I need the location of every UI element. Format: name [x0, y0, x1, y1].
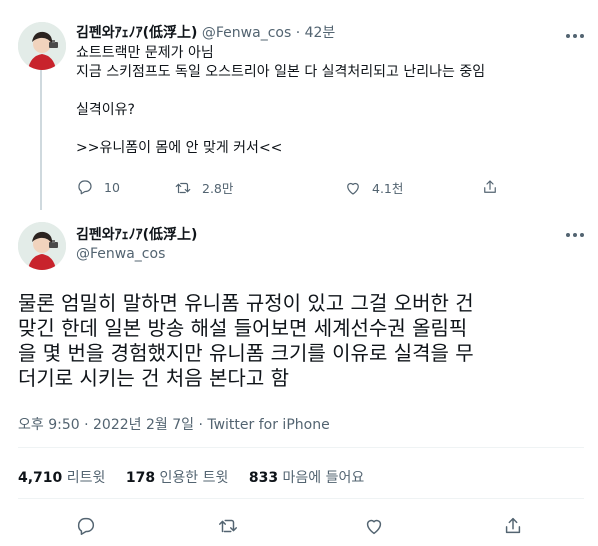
- like-button[interactable]: [363, 515, 385, 541]
- tweet-date[interactable]: 2022년 2월 7일: [93, 417, 194, 433]
- tweet-line: 을 몇 번을 경험했지만 유니폼 크기를 이유로 실격을 무: [18, 341, 474, 365]
- tweet-line: 실격이유?: [76, 102, 135, 118]
- share-icon: [484, 180, 496, 193]
- share-icon: [505, 517, 521, 534]
- handle[interactable]: @Fenwa_cos: [76, 245, 197, 264]
- quotes-stat[interactable]: 178 인용한 트윗: [126, 470, 245, 486]
- separator: ·: [198, 417, 203, 433]
- heart-icon: [366, 519, 382, 535]
- tweet-line: 더기로 시키는 건 처음 본다고 함: [18, 366, 289, 390]
- main-tweet-text: 물론 엄밀히 말하면 유니폼 규정이 있고 그걸 오버한 건 맞긴 한데 일본 …: [18, 291, 588, 391]
- reply-tweet-text: 쇼트트랙만 문제가 아님 지금 스키점프도 독일 오스트리아 일본 다 실격처리…: [76, 44, 485, 158]
- reply-tweet-actions: 10 2.8만 4.1천: [76, 178, 506, 198]
- reply-button[interactable]: [75, 515, 97, 541]
- separator: ·: [295, 25, 301, 41]
- tweet-line: 쇼트트랙만 문제가 아님: [76, 45, 214, 61]
- retweet-button[interactable]: 2.8만: [174, 178, 233, 197]
- avatar[interactable]: [18, 22, 66, 70]
- tweet-meta: 오후 9:50 · 2022년 2월 7일 · Twitter for iPho…: [18, 414, 330, 434]
- timestamp[interactable]: 42분: [305, 25, 336, 41]
- reply-icon: [77, 517, 95, 535]
- divider: [18, 498, 584, 499]
- tweet-stats: 4,710 리트윗 178 인용한 트윗 833 마음에 들어요: [18, 467, 380, 487]
- divider: [18, 447, 584, 448]
- likes-label: 마음에 들어요: [282, 470, 365, 486]
- separator: ·: [84, 417, 89, 433]
- tweet-line: >>유니폼이 몸에 안 맞게 커서<<: [76, 140, 283, 156]
- retweet-icon: [219, 519, 237, 533]
- tweet-source[interactable]: Twitter for iPhone: [207, 417, 329, 433]
- reply-count: 10: [104, 179, 120, 195]
- likes-count: 833: [248, 470, 279, 486]
- handle[interactable]: @Fenwa_cos: [202, 25, 291, 41]
- avatar-image: [18, 22, 66, 70]
- retweet-button[interactable]: [217, 515, 239, 541]
- quotes-count: 178: [125, 470, 156, 486]
- like-count: 4.1천: [372, 181, 404, 196]
- reply-tweet-header: 김펜와ｱｪﾉｱ(低浮上) @Fenwa_cos · 42분: [76, 24, 335, 42]
- thread-line: [40, 70, 42, 210]
- like-button[interactable]: 4.1천: [344, 178, 403, 197]
- more-icon[interactable]: [563, 225, 587, 245]
- retweet-icon: [175, 182, 191, 193]
- retweet-count: 2.8만: [202, 181, 234, 196]
- main-tweet-actions: [0, 515, 598, 539]
- tweet-line: 맞긴 한데 일본 방송 해설 들어보면 세계선수권 올림픽: [18, 316, 468, 340]
- display-name[interactable]: 김펜와ｱｪﾉｱ(低浮上): [76, 226, 197, 245]
- more-icon[interactable]: [563, 26, 587, 46]
- retweets-count: 4,710: [18, 470, 63, 486]
- share-button[interactable]: [481, 178, 499, 196]
- main-tweet-header: 김펜와ｱｪﾉｱ(低浮上) @Fenwa_cos: [76, 226, 197, 264]
- retweets-stat[interactable]: 4,710 리트윗: [18, 470, 121, 486]
- likes-stat[interactable]: 833 마음에 들어요: [249, 470, 380, 486]
- tweet-time[interactable]: 오후 9:50: [18, 417, 80, 433]
- quotes-label: 인용한 트윗: [159, 470, 229, 486]
- retweets-label: 리트윗: [66, 470, 106, 486]
- reply-button[interactable]: 10: [76, 178, 120, 196]
- tweet-line: 물론 엄밀히 말하면 유니폼 규정이 있고 그걸 오버한 건: [18, 291, 474, 315]
- heart-icon: [347, 182, 359, 195]
- tweet-line: 지금 스키점프도 독일 오스트리아 일본 다 실격처리되고 난리나는 중임: [76, 64, 486, 80]
- share-button[interactable]: [502, 515, 524, 541]
- reply-icon: [78, 180, 92, 195]
- display-name[interactable]: 김펜와ｱｪﾉｱ(低浮上): [76, 25, 197, 41]
- avatar-image: [18, 222, 66, 270]
- avatar[interactable]: [18, 222, 66, 270]
